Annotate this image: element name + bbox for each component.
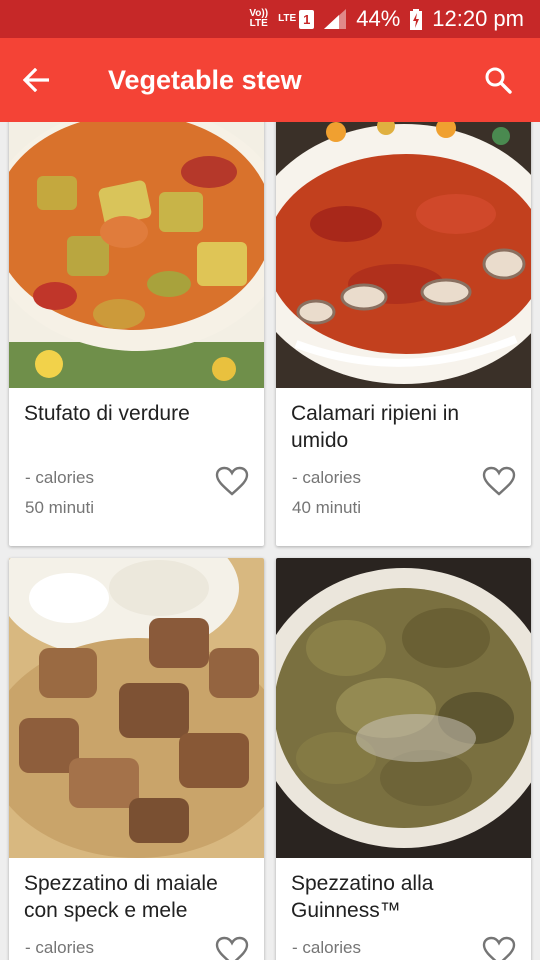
recipe-calories: - calories (25, 938, 94, 957)
heart-outline-icon[interactable] (215, 936, 249, 960)
recipe-card[interactable]: Stufato di verdure - calories 50 minuti (9, 122, 264, 546)
recipe-image (276, 122, 531, 388)
recipe-calories: - calories (25, 468, 94, 487)
recipe-image (9, 558, 264, 858)
recipe-time: 50 minuti (25, 498, 94, 517)
recipe-image (9, 122, 264, 388)
battery-charging-icon (410, 8, 423, 30)
search-button[interactable] (456, 38, 540, 122)
recipe-time: 40 minuti (292, 498, 361, 517)
heart-outline-icon[interactable] (482, 936, 516, 960)
battery-percent: 44% (356, 6, 401, 31)
recipe-calories: - calories (292, 938, 361, 957)
volte-lte-label: LTE (249, 18, 268, 29)
recipe-title: Stufato di verdure (24, 402, 190, 425)
recipe-title: Calamari ripieni in umido (291, 402, 460, 452)
volte-indicator: Vo)) LTE (249, 9, 268, 29)
back-button[interactable] (0, 38, 72, 122)
signal-icon (324, 9, 347, 29)
heart-outline-icon[interactable] (215, 466, 249, 496)
arrow-back-icon (23, 68, 49, 92)
sim-slot-badge: 1 (299, 9, 315, 29)
recipe-card[interactable]: Spezzatino alla Guinness™ - calories (276, 558, 531, 960)
recipe-card[interactable]: Spezzatino di maiale con speck e mele - … (9, 558, 264, 960)
recipe-card[interactable]: Calamari ripieni in umido - calories 40 … (276, 122, 531, 546)
heart-outline-icon[interactable] (482, 466, 516, 496)
recipe-image (276, 558, 531, 858)
status-bar: Vo)) LTE LTE 1 44% 12:20 pm (0, 0, 540, 38)
app-bar: Vegetable stew (0, 38, 540, 122)
page-title: Vegetable stew (108, 64, 302, 95)
clock: 12:20 pm (432, 6, 524, 31)
recipe-title: Spezzatino alla Guinness™ (291, 872, 434, 922)
lte-indicator: LTE 1 (278, 9, 315, 29)
recipe-grid: Stufato di verdure - calories 50 minuti … (0, 122, 540, 960)
recipe-calories: - calories (292, 468, 361, 487)
recipe-title: Spezzatino di maiale con speck e mele (24, 872, 218, 922)
lte-label: LTE (278, 13, 297, 24)
search-icon (485, 67, 512, 94)
